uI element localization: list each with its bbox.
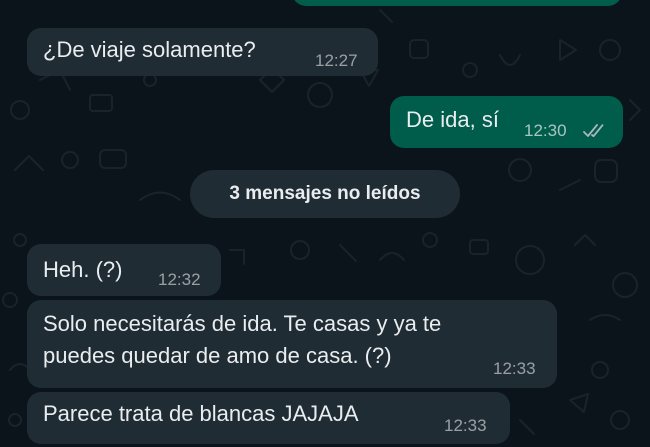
previous-outgoing-bubble <box>292 0 622 6</box>
double-check-icon <box>583 124 604 138</box>
message-timestamp: 12:30 <box>524 121 567 140</box>
message-text: Heh. (?) <box>43 257 123 282</box>
message-bubble-outgoing[interactable]: De ida, sí 12:30 <box>390 96 623 148</box>
message-text-line: Solo necesitarás de ida. Te casas y ya t… <box>43 311 442 336</box>
unread-messages-divider: 3 mensajes no leídos <box>190 170 460 218</box>
message-bubble-incoming[interactable]: ¿De viaje solamente? 12:27 <box>27 28 378 76</box>
message-timestamp: 12:32 <box>158 270 201 289</box>
message-bubble-incoming[interactable]: Parece trata de blancas JAJAJA 12:33 <box>27 392 510 444</box>
message-timestamp: 12:33 <box>444 416 487 435</box>
message-bubble-incoming[interactable]: Heh. (?) 12:32 <box>27 244 221 296</box>
message-timestamp: 12:27 <box>315 51 358 70</box>
message-text: Parece trata de blancas JAJAJA <box>43 401 359 426</box>
message-timestamp: 12:33 <box>493 359 536 378</box>
message-text-line: puedes quedar de amo de casa. (?) <box>43 343 392 368</box>
message-text: De ida, sí <box>406 107 499 132</box>
message-bubble-incoming[interactable]: Solo necesitarás de ida. Te casas y ya t… <box>27 300 557 388</box>
message-text: ¿De viaje solamente? <box>43 37 256 62</box>
